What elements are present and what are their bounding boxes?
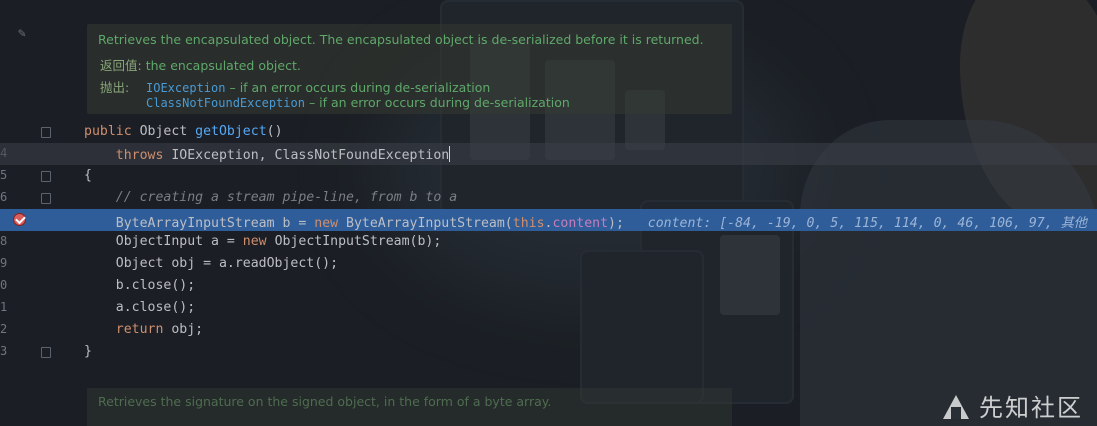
- code-token: {: [84, 168, 92, 183]
- code-token: ObjectInputStream(b);: [266, 234, 442, 249]
- code-line[interactable]: }: [0, 341, 1097, 363]
- code-token: (): [266, 124, 283, 139]
- keyword: return: [115, 322, 164, 337]
- throws-type-link[interactable]: IOException: [146, 81, 225, 95]
- field-name: content: [552, 216, 609, 231]
- code-line-breakpoint[interactable]: ByteArrayInputStream b = new ByteArrayIn…: [0, 209, 1097, 231]
- code-line-current[interactable]: throws IOException, ClassNotFoundExcepti…: [0, 143, 1097, 165]
- code-line[interactable]: b.close();: [0, 275, 1097, 297]
- code-line[interactable]: return obj;: [0, 319, 1097, 341]
- keyword: public: [84, 124, 132, 139]
- throws-label: 抛出:: [100, 80, 130, 95]
- throws-type-link[interactable]: ClassNotFoundException: [146, 96, 305, 110]
- code-token: }: [84, 344, 92, 359]
- code-token: ObjectInput a =: [84, 234, 243, 249]
- code-line[interactable]: public Object getObject(): [0, 121, 1097, 143]
- code-token: IOException, ClassNotFoundException: [163, 148, 450, 163]
- doc-throws: ClassNotFoundException – if an error occ…: [146, 95, 570, 110]
- code-token: obj;: [163, 322, 204, 337]
- method-name: getObject: [195, 124, 267, 139]
- breakpoint-icon[interactable]: [13, 213, 26, 226]
- returns-label: 返回值:: [100, 58, 142, 73]
- code-token: a.close();: [84, 300, 196, 315]
- keyword: throws: [115, 148, 164, 163]
- code-line[interactable]: a.close();: [0, 297, 1097, 319]
- code-token: b.close();: [84, 278, 196, 293]
- keyword: this: [512, 216, 545, 231]
- edit-pencil-icon[interactable]: ✎: [18, 26, 26, 41]
- inline-debug-value[interactable]: content: [-84, -19, 0, 5, 115, 114, 0, 4…: [648, 216, 1087, 231]
- doc-summary: Retrieves the encapsulated object. The e…: [98, 32, 704, 47]
- doc-summary: Retrieves the signature on the signed ob…: [98, 394, 552, 409]
- doc-throws: 抛出: IOException – if an error occurs duri…: [100, 77, 490, 96]
- doc-returns: 返回值: the encapsulated object.: [100, 55, 301, 74]
- returns-text: the encapsulated object.: [145, 58, 301, 73]
- code-token: ByteArrayInputStream(: [338, 216, 513, 231]
- code-token: Object: [131, 124, 196, 139]
- code-line[interactable]: {: [0, 165, 1097, 187]
- keyword: new: [242, 234, 267, 249]
- keyword: new: [314, 216, 339, 231]
- code-token: Object obj = a.readObject();: [84, 256, 339, 271]
- text-cursor: [449, 146, 451, 162]
- javadoc-next: Retrieves the signature on the signed ob…: [87, 388, 732, 426]
- throws-text: – if an error occurs during de-serializa…: [229, 80, 491, 95]
- code-line[interactable]: Object obj = a.readObject();: [0, 253, 1097, 275]
- watermark: 先知社区: [941, 388, 1083, 423]
- xianzhi-logo-icon: [941, 391, 971, 421]
- throws-text: – if an error occurs during de-serializa…: [308, 95, 570, 110]
- code-comment: // creating a stream pipe-line, from b t…: [84, 190, 458, 205]
- code-token: );: [608, 216, 624, 231]
- watermark-text: 先知社区: [979, 394, 1083, 422]
- code-token: ByteArrayInputStream b =: [84, 216, 315, 231]
- code-line[interactable]: ObjectInput a = new ObjectInputStream(b)…: [0, 231, 1097, 253]
- code-line[interactable]: // creating a stream pipe-line, from b t…: [0, 187, 1097, 209]
- javadoc-popup: Retrieves the encapsulated object. The e…: [87, 24, 732, 114]
